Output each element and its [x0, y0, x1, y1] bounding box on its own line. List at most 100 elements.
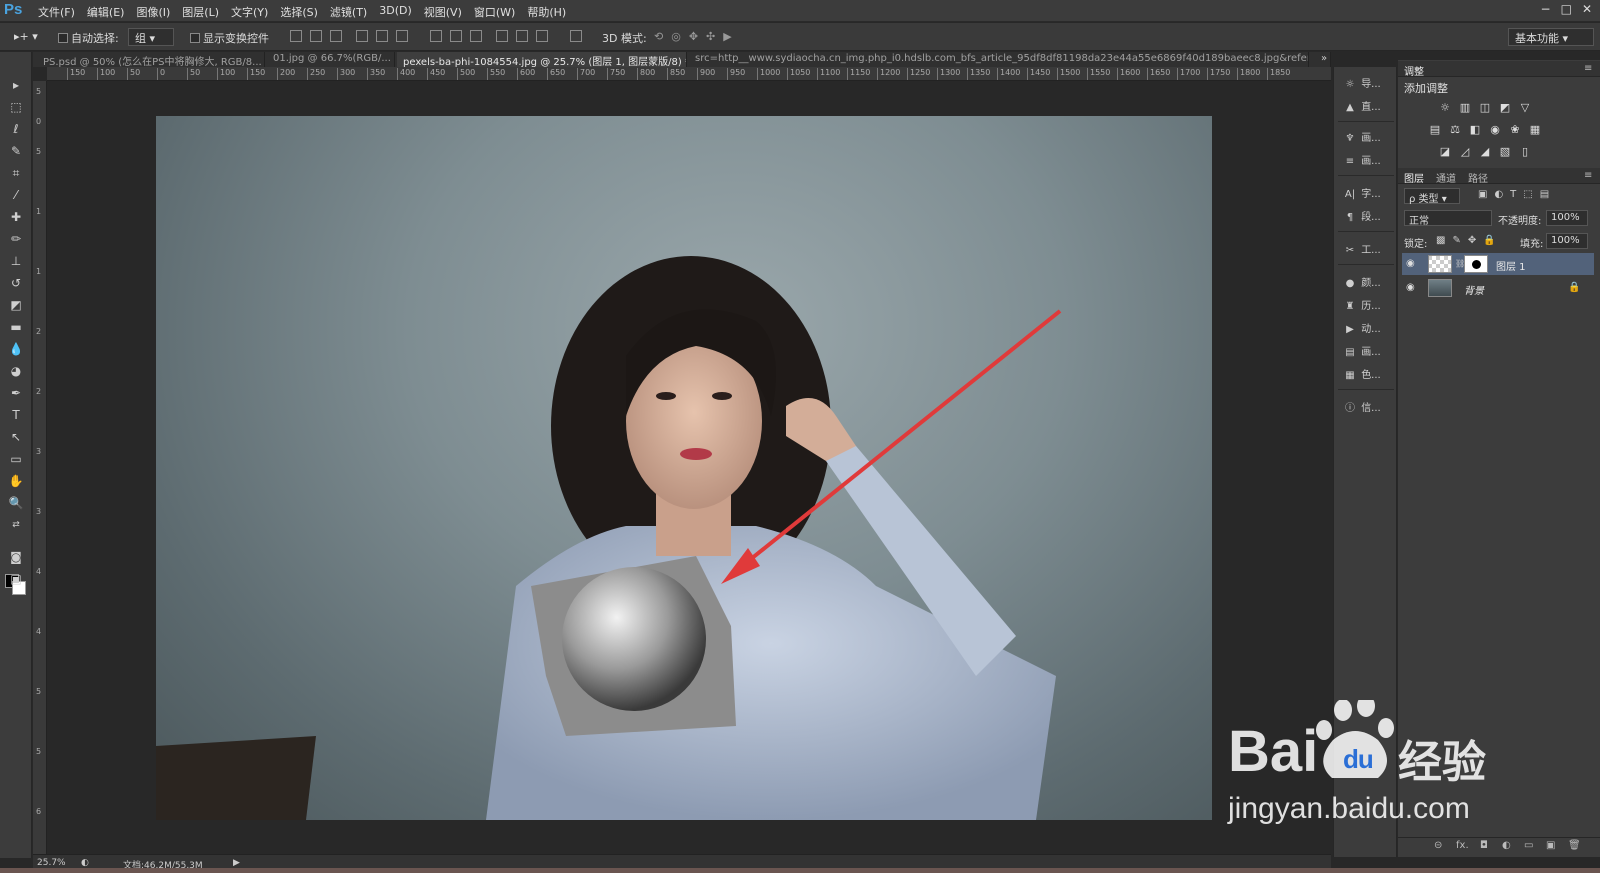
workspace-dropdown[interactable]: 基本功能 ▾ — [1508, 28, 1594, 46]
selective-color-icon[interactable]: ▯ — [1518, 146, 1532, 158]
swap-colors-icon[interactable]: ⇄ — [5, 516, 27, 534]
color-lookup-icon[interactable]: ▦ — [1528, 124, 1542, 136]
menu-type[interactable]: 文字(Y) — [231, 4, 268, 20]
move-tool-icon[interactable]: ▸ — [5, 76, 27, 94]
exposure-icon[interactable]: ◩ — [1498, 102, 1512, 114]
new-adjustment-icon[interactable]: ◐ — [1502, 840, 1511, 851]
paragraph-panel-button[interactable]: ¶ 段... — [1342, 208, 1394, 226]
layer-filter-dropdown[interactable]: ρ 类型 ▾ — [1404, 188, 1460, 205]
blur-tool-icon[interactable]: 💧 — [5, 340, 27, 358]
quick-select-tool-icon[interactable]: ✎ — [5, 142, 27, 160]
tab-adjustments[interactable]: 调整 — [1404, 63, 1424, 78]
align-bottom-icon[interactable] — [330, 30, 342, 42]
zoom-tool-icon[interactable]: 🔍 — [5, 494, 27, 512]
invert-icon[interactable]: ◪ — [1438, 146, 1452, 158]
pen-tool-icon[interactable]: ✒ — [5, 384, 27, 402]
align-right-icon[interactable] — [396, 30, 408, 42]
fill-input[interactable]: 100% — [1546, 233, 1588, 249]
posterize-icon[interactable]: ◿ — [1458, 146, 1472, 158]
layer-row[interactable]: ◉ ⛓ 图层 1 — [1402, 253, 1594, 275]
curves-icon[interactable]: ◫ — [1478, 102, 1492, 114]
color-panel-button[interactable]: ● 颜... — [1342, 274, 1394, 292]
menu-window[interactable]: 窗口(W) — [474, 4, 515, 20]
status-icon[interactable]: ◐ — [81, 858, 89, 868]
trash-icon[interactable]: 🗑 — [1568, 840, 1581, 851]
eyedropper-tool-icon[interactable]: ⁄ — [5, 186, 27, 204]
auto-select-dropdown[interactable]: 组 ▾ — [128, 28, 174, 46]
shape-tool-icon[interactable]: ▭ — [5, 450, 27, 468]
hand-tool-icon[interactable]: ✋ — [5, 472, 27, 490]
menu-edit[interactable]: 编辑(E) — [87, 4, 125, 20]
swatches-panel-button[interactable]: ▦ 色... — [1342, 366, 1394, 384]
close-icon[interactable]: × — [394, 53, 395, 64]
3d-mode-icons[interactable]: ⟲◎✥✣▶ — [654, 30, 740, 43]
menu-help[interactable]: 帮助(H) — [527, 4, 566, 20]
channel-mixer-icon[interactable]: ❀ — [1508, 124, 1522, 136]
layer-name[interactable]: 背景 — [1464, 282, 1484, 297]
distribute-bottom-icon[interactable] — [470, 30, 482, 42]
artboard-panel-button[interactable]: ▤ 画... — [1342, 343, 1394, 361]
menu-file[interactable]: 文件(F) — [38, 4, 75, 20]
levels-icon[interactable]: ▥ — [1458, 102, 1472, 114]
panel-menu-icon[interactable]: ≡ — [1584, 170, 1592, 181]
layer-name[interactable]: 图层 1 — [1496, 258, 1526, 273]
eye-icon[interactable]: ◉ — [1406, 282, 1415, 293]
brush-presets-panel-button[interactable]: ≡ 画... — [1342, 152, 1394, 170]
close-window-button[interactable]: ✕ — [1582, 2, 1592, 16]
show-transform-checkbox[interactable]: 显示变换控件 — [190, 30, 269, 46]
auto-align-icon[interactable] — [570, 30, 582, 42]
gradient-map-icon[interactable]: ▧ — [1498, 146, 1512, 158]
menu-filter[interactable]: 滤镜(T) — [330, 4, 367, 20]
more-tabs-icon[interactable]: » — [1315, 52, 1331, 67]
black-white-icon[interactable]: ◧ — [1468, 124, 1482, 136]
distribute-vcenter-icon[interactable] — [450, 30, 462, 42]
vibrance-icon[interactable]: ▽ — [1518, 102, 1532, 114]
panel-menu-icon[interactable]: ≡ — [1584, 63, 1592, 74]
move-tool-icon[interactable]: ▸+ ▾ — [14, 30, 38, 43]
lasso-tool-icon[interactable]: ℓ — [5, 120, 27, 138]
distribute-top-icon[interactable] — [430, 30, 442, 42]
tool-presets-panel-button[interactable]: ✂ 工... — [1342, 241, 1394, 259]
filter-type-icons[interactable]: ▣◐T⬚▤ — [1478, 189, 1556, 200]
actions-panel-button[interactable]: ▶ 动... — [1342, 320, 1394, 338]
eraser-tool-icon[interactable]: ◩ — [5, 296, 27, 314]
tab-pexels-jpg[interactable]: pexels-ba-phi-1084554.jpg @ 25.7% (图层 1,… — [397, 52, 687, 67]
blend-mode-dropdown[interactable]: 正常 — [1404, 210, 1492, 227]
brush-panel-button[interactable]: ♆ 画... — [1342, 129, 1394, 147]
layer-mask-thumbnail[interactable] — [1464, 255, 1488, 273]
info-panel-button[interactable]: ⓘ 信... — [1342, 399, 1394, 417]
distribute-right-icon[interactable] — [536, 30, 548, 42]
restore-button[interactable]: □ — [1561, 2, 1572, 16]
status-menu-arrow-icon[interactable]: ▶ — [233, 858, 240, 868]
history-brush-tool-icon[interactable]: ↺ — [5, 274, 27, 292]
path-select-tool-icon[interactable]: ↖ — [5, 428, 27, 446]
brush-tool-icon[interactable]: ✏ — [5, 230, 27, 248]
layer-row[interactable]: ◉ 背景 🔒 — [1402, 277, 1594, 299]
menu-layer[interactable]: 图层(L) — [182, 4, 219, 20]
distribute-hcenter-icon[interactable] — [516, 30, 528, 42]
menu-image[interactable]: 图像(I) — [136, 4, 170, 20]
tab-ps-psd[interactable]: PS.psd @ 50% (怎么在PS中将胸修大, RGB/8... × — [37, 52, 265, 67]
zoom-level[interactable]: 25.7% — [37, 858, 66, 868]
marquee-tool-icon[interactable]: ⬚ — [5, 98, 27, 116]
auto-select-checkbox[interactable]: 自动选择: — [58, 30, 119, 46]
type-tool-icon[interactable]: T — [5, 406, 27, 424]
align-hcenter-icon[interactable] — [376, 30, 388, 42]
menu-3d[interactable]: 3D(D) — [379, 4, 412, 20]
clone-stamp-tool-icon[interactable]: ⊥ — [5, 252, 27, 270]
eye-icon[interactable]: ◉ — [1406, 258, 1415, 269]
add-mask-icon[interactable]: ◘ — [1480, 840, 1488, 851]
tab-layers[interactable]: 图层 — [1404, 170, 1424, 185]
align-left-icon[interactable] — [356, 30, 368, 42]
tab-01-jpg[interactable]: 01.jpg @ 66.7%(RGB/... × — [267, 52, 395, 67]
hue-saturation-icon[interactable]: ▤ — [1428, 124, 1442, 136]
screen-mode-icon[interactable]: ▣ — [5, 570, 27, 588]
new-group-icon[interactable]: ▭ — [1524, 840, 1533, 851]
link-layers-icon[interactable]: ⊝ — [1434, 840, 1442, 851]
tab-channels[interactable]: 通道 — [1436, 170, 1456, 185]
color-balance-icon[interactable]: ⚖ — [1448, 124, 1462, 136]
gradient-tool-icon[interactable]: ▬ — [5, 318, 27, 336]
navigator-panel-button[interactable]: ☼ 导... — [1342, 75, 1394, 93]
menu-select[interactable]: 选择(S) — [280, 4, 318, 20]
fx-icon[interactable]: fx. — [1456, 840, 1469, 851]
